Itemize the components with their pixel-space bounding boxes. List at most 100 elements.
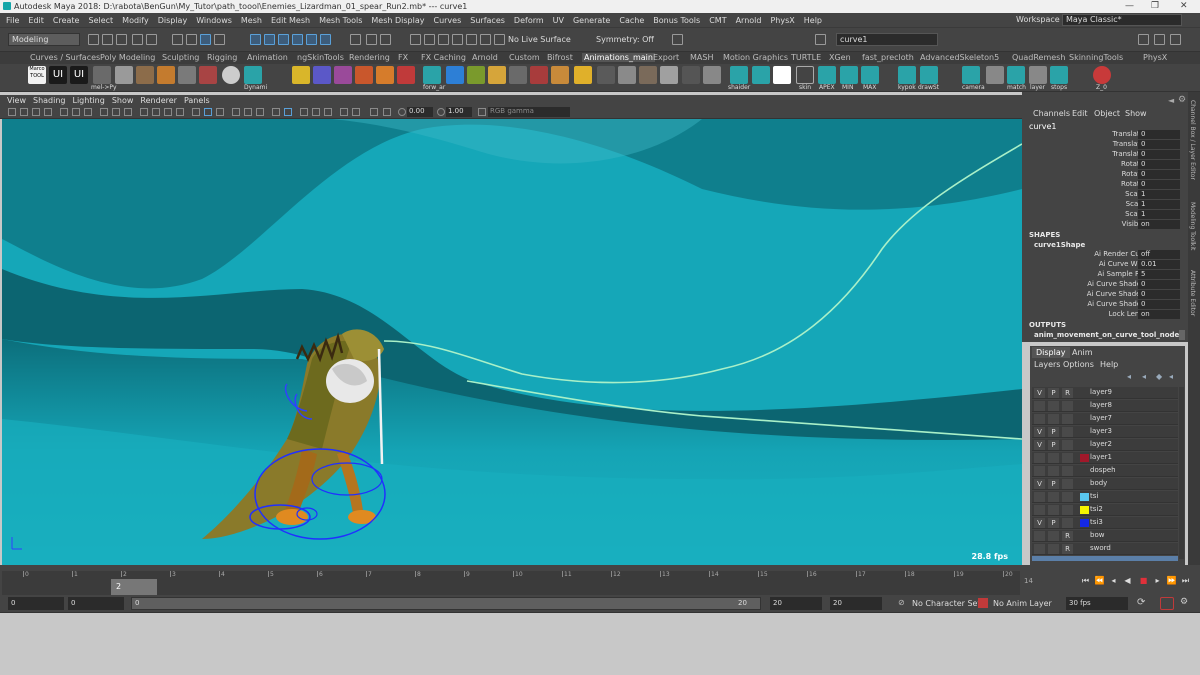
anim-start-field[interactable]: 0 (8, 597, 64, 610)
panel-gear-icon[interactable]: ⚙ (1178, 95, 1186, 105)
shelf-tool-28-icon[interactable] (986, 66, 1004, 84)
selected-layer-row[interactable] (1032, 556, 1178, 561)
layer-row[interactable]: V P Rlayer9 (1032, 387, 1178, 399)
anti-aliasing-icon[interactable] (256, 108, 264, 116)
shelf-tool-1-icon[interactable] (115, 66, 133, 84)
shelf-tab-poly-modeling[interactable]: Poly Modeling (100, 53, 155, 62)
go-to-start-icon[interactable]: ⏮ (1080, 576, 1091, 586)
attr-rotate-y[interactable]: Rotate Y0 (1026, 170, 1182, 180)
ui-button-2[interactable]: UI (70, 66, 88, 84)
shelf-tab-export[interactable]: Export (653, 53, 679, 62)
menu-mesh-tools[interactable]: Mesh Tools (319, 16, 362, 25)
attr-ai-curve-shader-b[interactable]: Ai Curve Shader B0 (1026, 300, 1182, 310)
color-management-icon[interactable] (478, 108, 486, 116)
draw-st-button[interactable] (920, 66, 938, 84)
menu-cache[interactable]: Cache (619, 16, 644, 25)
view-transform-dropdown[interactable]: RGB gamma (488, 107, 570, 117)
step-back-key-icon[interactable]: ⏪ (1094, 576, 1105, 586)
menu-display[interactable]: Display (158, 16, 188, 25)
toggle-attribute-editor-icon[interactable] (1154, 34, 1165, 45)
shelf-tool-24-icon[interactable] (682, 66, 700, 84)
shelf-tab-arnold[interactable]: Arnold (472, 53, 498, 62)
move-layer-up-icon[interactable]: ◂ (1127, 372, 1131, 381)
xray-mode-icon[interactable] (300, 108, 308, 116)
stop-icon[interactable]: ■ (1138, 576, 1149, 586)
panel-menu-shading[interactable]: Shading (33, 96, 66, 105)
input-output-icon[interactable] (350, 34, 361, 45)
playback-start-field[interactable]: 0 (68, 597, 124, 610)
camera-attributes-icon[interactable] (20, 108, 28, 116)
shelf-tool-6-icon[interactable] (222, 66, 240, 84)
shelf-tool-10-icon[interactable] (355, 66, 373, 84)
marco-tool-button[interactable]: Marco TOOL (28, 66, 46, 84)
attr-scale-y[interactable]: Scale Y1 (1026, 200, 1182, 210)
menu-arnold[interactable]: Arnold (736, 16, 762, 25)
shelf-tab-fx[interactable]: FX (398, 53, 408, 62)
shelf-tool-14-icon[interactable] (467, 66, 485, 84)
shelf-tool-18-icon[interactable] (551, 66, 569, 84)
layer-row[interactable]: V Ptsi3 (1032, 517, 1178, 529)
magnet-icon[interactable] (494, 34, 505, 45)
object-name-field[interactable]: curve1 (836, 33, 938, 46)
forward-button[interactable] (423, 66, 441, 84)
step-forward-frame-icon[interactable]: ▸ (1152, 576, 1163, 586)
layer-tab-display[interactable]: Display (1032, 347, 1070, 358)
snap-projected-icon[interactable] (292, 34, 303, 45)
workspace-dropdown[interactable]: Maya Classic* (1062, 14, 1182, 26)
isolate-select-icon[interactable] (284, 108, 292, 116)
menu-select[interactable]: Select (88, 16, 113, 25)
shelf-tool-27-icon[interactable] (773, 66, 791, 84)
loop-icon[interactable]: ⟳ (1137, 597, 1145, 608)
go-to-end-icon[interactable]: ⏭ (1180, 576, 1191, 586)
hypershade-icon[interactable] (452, 34, 463, 45)
shelf-tab-turtle[interactable]: TURTLE (791, 53, 821, 62)
skin-button[interactable] (796, 66, 814, 84)
shelf-tab-fast-precloth[interactable]: fast_precloth (862, 53, 914, 62)
shelf-tool-9-icon[interactable] (334, 66, 352, 84)
timeline-track[interactable] (2, 571, 1020, 601)
attr-lock-length[interactable]: Lock Length on (1026, 310, 1182, 320)
layer-row[interactable]: layer1 (1032, 452, 1178, 464)
layer-color-swatch[interactable] (1080, 493, 1089, 501)
quick-select-icon[interactable] (815, 34, 826, 45)
shelf-tab-advancedskeleton5[interactable]: AdvancedSkeleton5 (920, 53, 999, 62)
panel-menu-lighting[interactable]: Lighting (72, 96, 104, 105)
shelf-tab-xgen[interactable]: XGen (829, 53, 851, 62)
layer-row[interactable]: V Player2 (1032, 439, 1178, 451)
xray-icon[interactable] (672, 34, 683, 45)
attr-translate-y[interactable]: Translate Y0 (1026, 140, 1182, 150)
attr-translate-x[interactable]: Translate X0 (1026, 130, 1182, 140)
live-surface-label[interactable]: No Live Surface (508, 35, 571, 44)
shelf-tool-23-icon[interactable] (660, 66, 678, 84)
panel-menu-show[interactable]: Show (112, 96, 134, 105)
shelf-tool-19-icon[interactable] (574, 66, 592, 84)
output-node-name[interactable]: anim_movement_on_curve_tool_node (1034, 331, 1179, 339)
panel-arrow-icon[interactable]: ◄ (1168, 96, 1174, 105)
dynamics-button[interactable] (244, 66, 262, 84)
ui-button-1[interactable]: UI (49, 66, 67, 84)
mode-dropdown[interactable]: Modeling (8, 33, 80, 46)
exposure-field[interactable]: 0.00 (407, 107, 433, 117)
viewport-3d[interactable]: 28.8 fps (2, 119, 1022, 565)
match-button[interactable] (1007, 66, 1025, 84)
shelf-tool-8-icon[interactable] (313, 66, 331, 84)
restore-icon[interactable]: ❐ (1151, 1, 1159, 11)
shelf-tool-2-icon[interactable] (136, 66, 154, 84)
attr-scale-z[interactable]: Scale Z1 (1026, 210, 1182, 220)
shelf-tool-11-icon[interactable] (376, 66, 394, 84)
shelf-tab-quadremesh[interactable]: QuadRemesh (1012, 53, 1065, 62)
play-backward-icon[interactable]: ◀ (1122, 576, 1133, 586)
new-layer-selected-icon[interactable]: ◂ (1169, 372, 1173, 381)
attr-rotate-z[interactable]: Rotate Z0 (1026, 180, 1182, 190)
layer-editor-scrollbar[interactable] (1179, 387, 1184, 559)
menu-windows[interactable]: Windows (196, 16, 232, 25)
gamma-field[interactable]: 1.00 (446, 107, 472, 117)
menu-edit-mesh[interactable]: Edit Mesh (271, 16, 310, 25)
layer-row[interactable]: layer7 (1032, 413, 1178, 425)
render-frame-icon[interactable] (410, 34, 421, 45)
close-icon[interactable]: ✕ (1180, 1, 1188, 11)
shelf-tab-custom[interactable]: Custom (509, 53, 540, 62)
menu-mesh-display[interactable]: Mesh Display (371, 16, 424, 25)
shelf-tool-17-icon[interactable] (530, 66, 548, 84)
shelf-tab-fx-caching[interactable]: FX Caching (421, 53, 466, 62)
